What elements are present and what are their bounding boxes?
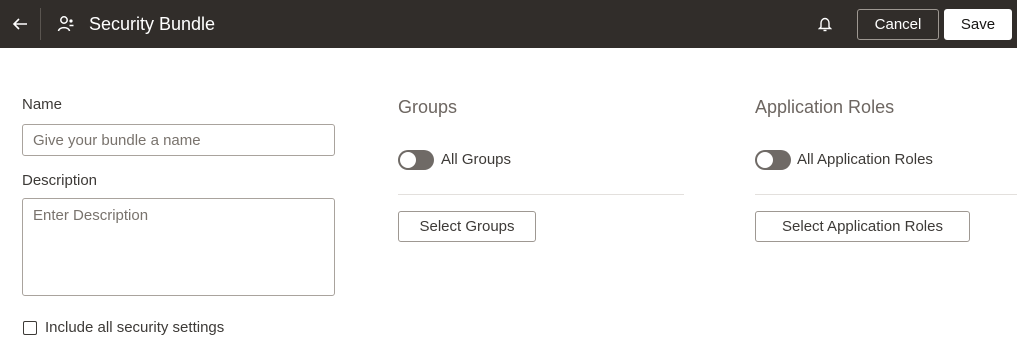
header-divider <box>40 8 41 40</box>
all-groups-label: All Groups <box>441 151 512 168</box>
notifications-button[interactable] <box>814 12 836 36</box>
back-arrow-icon <box>12 18 27 30</box>
header-bar: Security Bundle Cancel Save <box>0 0 1017 48</box>
users-icon <box>57 16 74 32</box>
description-label: Description <box>22 172 98 189</box>
description-textarea[interactable] <box>22 198 335 296</box>
all-roles-toggle[interactable] <box>755 150 791 170</box>
toggle-knob <box>400 152 416 168</box>
select-groups-button[interactable]: Select Groups <box>398 211 536 242</box>
all-groups-toggle[interactable] <box>398 150 434 170</box>
select-roles-button[interactable]: Select Application Roles <box>755 211 970 242</box>
name-label: Name <box>22 96 63 113</box>
all-roles-label: All Application Roles <box>797 151 933 168</box>
back-button[interactable] <box>0 0 40 48</box>
cancel-button[interactable]: Cancel <box>857 9 939 40</box>
page-title: Security Bundle <box>89 14 216 34</box>
roles-heading: Application Roles <box>755 97 895 117</box>
toggle-knob <box>757 152 773 168</box>
save-button[interactable]: Save <box>944 9 1012 40</box>
roles-divider <box>755 194 1017 195</box>
groups-divider <box>398 194 684 195</box>
groups-heading: Groups <box>398 97 458 117</box>
include-all-label: Include all security settings <box>45 319 225 336</box>
bell-icon <box>818 17 832 32</box>
name-input[interactable] <box>22 124 335 156</box>
include-all-checkbox[interactable] <box>23 321 37 335</box>
